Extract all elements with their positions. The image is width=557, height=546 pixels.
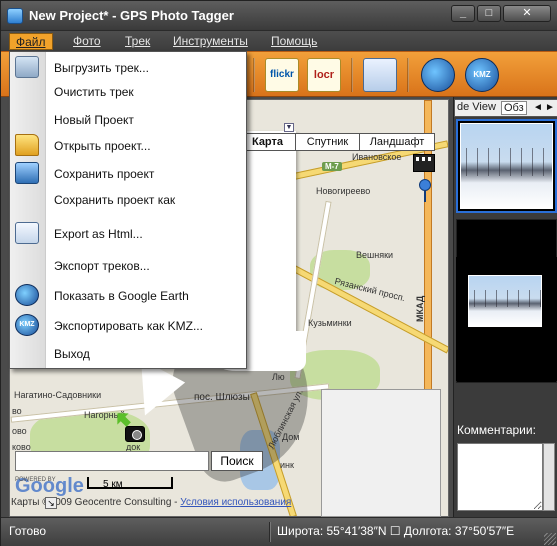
comments-scrollbar[interactable]	[543, 443, 555, 511]
photo-view-tabs: de View Обз ◄ ►	[454, 99, 557, 117]
menu-separator	[48, 214, 244, 215]
map-label: ово	[12, 426, 27, 436]
menu-save-project[interactable]: Сохранить проект	[46, 162, 246, 186]
map-label: Новогиреево	[316, 186, 371, 196]
export-html-button[interactable]	[363, 58, 397, 92]
kmz-icon: KMZ	[473, 70, 491, 79]
powered-by-label: POWERED BY	[15, 477, 56, 483]
toolbar-separator	[351, 58, 353, 92]
map-type-tabs: Карта Спутник Ландшафт	[239, 133, 435, 151]
menu-track[interactable]: Трек	[119, 33, 156, 50]
google-earth-icon	[15, 284, 39, 306]
tab-terrain[interactable]: Ландшафт	[360, 134, 434, 150]
map-label: Нагатино-Садовники	[14, 390, 102, 400]
menu-save-project-as[interactable]: Сохранить проект как	[46, 188, 246, 212]
tray-icon	[15, 56, 39, 78]
map-search-input[interactable]	[15, 451, 209, 471]
app-icon	[7, 8, 23, 24]
menu-file[interactable]: Файл	[9, 33, 53, 50]
menu-separator	[48, 160, 244, 161]
menu-open-project[interactable]: Открыть проект...	[46, 134, 246, 158]
window-title: New Project* - GPS Photo Tagger	[29, 8, 234, 23]
flickr-upload-button[interactable]: flickr	[265, 58, 299, 92]
menu-separator	[48, 340, 244, 341]
menu-separator	[48, 278, 244, 279]
camera-marker-icon[interactable]	[125, 426, 145, 442]
menu-upload-track[interactable]: Выгрузить трек...	[46, 56, 246, 80]
terms-link[interactable]: Условия использования	[180, 497, 291, 508]
comments-label: Комментарии:	[457, 423, 536, 437]
toolbar-separator	[253, 58, 255, 92]
map-label: во	[12, 406, 22, 416]
google-earth-button[interactable]	[421, 58, 455, 92]
status-text: Готово	[9, 524, 47, 538]
locr-icon: locr	[313, 69, 335, 81]
scale-bar	[87, 477, 173, 489]
map-label: МКАД	[415, 295, 425, 322]
photo-thumbnail[interactable]	[456, 257, 557, 381]
photo-thumbnail[interactable]	[456, 119, 557, 213]
comments-field[interactable]	[457, 443, 543, 511]
route-badge: M-7	[322, 162, 342, 171]
location-pin-icon[interactable]	[419, 179, 431, 202]
map-label: Вешняки	[356, 250, 394, 260]
app-window: New Project* - GPS Photo Tagger _ □ ✕ Фа…	[0, 0, 557, 546]
status-separator	[269, 522, 271, 542]
map-resize-icon[interactable]: ↘	[45, 497, 57, 509]
menu-export-html[interactable]: Export as Html...	[46, 222, 246, 246]
export-kmz-button[interactable]: KMZ	[465, 58, 499, 92]
map-label: Кузьминки	[308, 318, 352, 328]
photo-image	[460, 123, 553, 209]
menu-export-tracks[interactable]: Экспорт треков...	[46, 254, 246, 278]
menu-bar: Файл Фото Трек Инструменты Помощь	[1, 31, 557, 51]
locr-upload-button[interactable]: locr	[307, 58, 341, 92]
tab-scroll-right-icon[interactable]: ►	[545, 101, 555, 115]
html-export-icon	[15, 222, 39, 244]
menu-show-google-earth[interactable]: Показать в Google Earth	[46, 284, 246, 308]
video-marker-icon[interactable]	[413, 154, 435, 172]
file-menu-dropdown: Выгрузить трек... Очистить трек Новый Пр…	[9, 51, 247, 369]
attribution-text: Карты ©2009 Geocentre Consulting -	[11, 497, 178, 508]
window-resize-grip-icon[interactable]	[544, 533, 556, 545]
tab-scroll-left-icon[interactable]: ◄	[533, 101, 543, 115]
title-bar[interactable]: New Project* - GPS Photo Tagger _ □ ✕	[1, 1, 557, 31]
tab-satellite[interactable]: Спутник	[296, 134, 360, 150]
toolbar-separator	[407, 58, 409, 92]
tab-slide-view[interactable]: de View	[457, 101, 496, 113]
gps-coordinates: Широта: 55°41′38″N ☐ Долгота: 37°50′57″E	[277, 524, 515, 538]
photo-image	[468, 275, 542, 327]
map-type-dropdown-icon[interactable]: ▼	[284, 123, 294, 132]
kmz-icon: KMZ	[15, 314, 39, 336]
map-label: инк	[280, 460, 294, 470]
close-button[interactable]: ✕	[503, 5, 551, 22]
menu-separator	[48, 248, 244, 249]
menu-exit[interactable]: Выход	[46, 342, 246, 366]
map-overview-panel	[321, 389, 441, 517]
menu-photo[interactable]: Фото	[67, 33, 107, 50]
menu-export-kmz[interactable]: Экспортировать как KMZ...	[46, 314, 246, 338]
maximize-button[interactable]: □	[477, 5, 501, 22]
scale-label: 5 км	[103, 479, 123, 490]
tab-map[interactable]: Карта	[240, 134, 296, 150]
minimize-button[interactable]: _	[451, 5, 475, 22]
menu-help[interactable]: Помощь	[265, 33, 323, 50]
menu-separator	[48, 106, 244, 107]
flickr-icon: flickr	[270, 69, 294, 80]
menu-clear-track[interactable]: Очистить трек	[46, 80, 246, 104]
map-label: Ивановское	[352, 152, 402, 162]
menu-new-project[interactable]: Новый Проект	[46, 108, 246, 132]
folder-icon	[15, 134, 39, 156]
search-button[interactable]: Поиск	[211, 451, 263, 471]
tab-overview[interactable]: Обз	[501, 101, 527, 115]
menu-tools[interactable]: Инструменты	[167, 33, 254, 50]
disk-icon	[15, 162, 39, 184]
status-bar: Готово Широта: 55°41′38″N ☐ Долгота: 37°…	[1, 517, 557, 546]
